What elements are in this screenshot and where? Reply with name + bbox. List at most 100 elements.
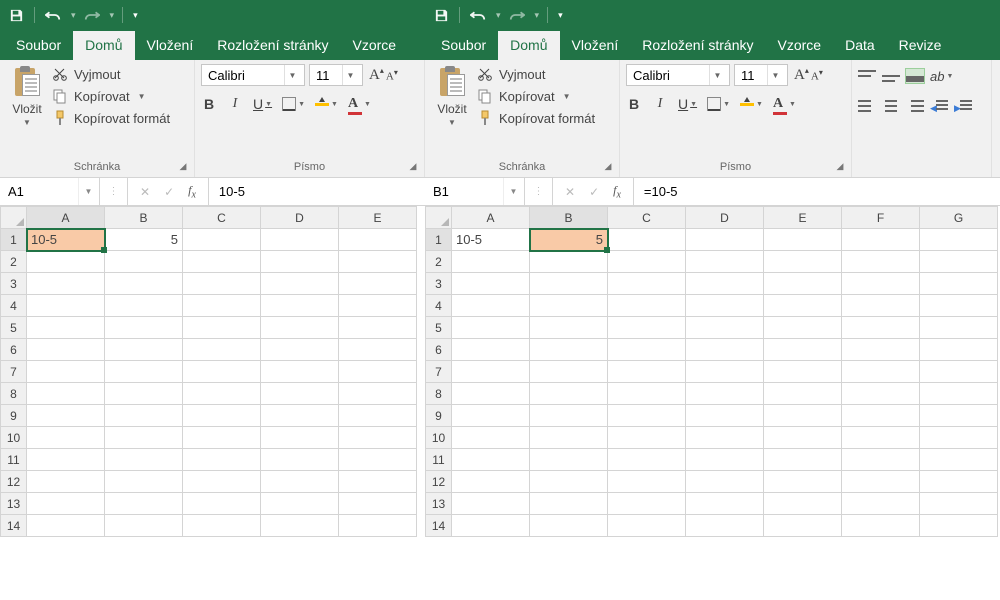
cell[interactable]	[261, 251, 339, 273]
cell[interactable]	[608, 515, 686, 537]
cell[interactable]	[105, 317, 183, 339]
cell[interactable]	[183, 339, 261, 361]
cell[interactable]	[530, 405, 608, 427]
dropdown-caret[interactable]: ▼	[767, 65, 783, 85]
cell[interactable]: 10-5	[452, 229, 530, 251]
cell[interactable]	[530, 515, 608, 537]
cell[interactable]	[339, 273, 417, 295]
cell[interactable]	[339, 471, 417, 493]
cell[interactable]	[452, 295, 530, 317]
font-color-button[interactable]: A▼	[348, 94, 371, 114]
cell[interactable]	[842, 251, 920, 273]
cut-button[interactable]: Vyjmout	[52, 66, 170, 82]
dropdown-caret[interactable]: ▼	[709, 65, 725, 85]
italic-button[interactable]: I	[652, 94, 668, 114]
cell[interactable]	[686, 295, 764, 317]
cell[interactable]	[842, 295, 920, 317]
name-box[interactable]: ▼	[425, 178, 525, 205]
cell[interactable]	[27, 361, 105, 383]
format-painter-button[interactable]: Kopírovat formát	[52, 110, 170, 126]
cell[interactable]	[183, 273, 261, 295]
font-name-input[interactable]	[202, 65, 284, 85]
cell[interactable]	[530, 471, 608, 493]
select-all-corner[interactable]	[426, 207, 452, 229]
borders-button[interactable]: ▼	[282, 94, 305, 114]
cell[interactable]	[339, 295, 417, 317]
cell[interactable]	[764, 427, 842, 449]
column-header[interactable]: C	[183, 207, 261, 229]
cell[interactable]	[686, 427, 764, 449]
cell[interactable]	[764, 317, 842, 339]
copy-button[interactable]: Kopírovat ▼	[52, 88, 170, 104]
cell[interactable]	[105, 339, 183, 361]
tab-home[interactable]: Domů	[73, 31, 134, 60]
paste-button[interactable]: Vložit ▼	[431, 64, 473, 127]
cell[interactable]	[686, 251, 764, 273]
cell[interactable]	[920, 361, 998, 383]
cell[interactable]	[339, 383, 417, 405]
cell[interactable]	[608, 427, 686, 449]
tab-file[interactable]: Soubor	[429, 31, 498, 60]
customize-caret[interactable]: ▾	[558, 10, 563, 21]
row-header[interactable]: 10	[1, 427, 27, 449]
clipboard-launcher-icon[interactable]: ◢	[601, 159, 615, 173]
cell[interactable]	[764, 273, 842, 295]
fill-color-button[interactable]: ▼	[315, 94, 338, 114]
tab-formulas[interactable]: Vzorce	[766, 31, 834, 60]
cell[interactable]	[764, 405, 842, 427]
cell[interactable]	[105, 361, 183, 383]
cell[interactable]	[842, 317, 920, 339]
dropdown-caret[interactable]: ▼	[284, 65, 300, 85]
font-size-input[interactable]	[310, 65, 342, 85]
cell[interactable]	[452, 339, 530, 361]
cell[interactable]	[686, 273, 764, 295]
dropdown-caret[interactable]: ▼	[563, 92, 571, 101]
row-header[interactable]: 3	[1, 273, 27, 295]
row-header[interactable]: 13	[426, 493, 452, 515]
cell[interactable]	[339, 361, 417, 383]
cell[interactable]	[27, 449, 105, 471]
cell[interactable]	[530, 383, 608, 405]
cell[interactable]	[105, 449, 183, 471]
column-header[interactable]: B	[530, 207, 608, 229]
cell[interactable]	[920, 317, 998, 339]
tab-data[interactable]: Data	[833, 31, 887, 60]
cell[interactable]	[920, 471, 998, 493]
cell[interactable]	[452, 317, 530, 339]
underline-button[interactable]: U▼	[253, 94, 272, 114]
column-header[interactable]: B	[105, 207, 183, 229]
font-size-input[interactable]	[735, 65, 767, 85]
cell[interactable]	[452, 273, 530, 295]
tab-file[interactable]: Soubor	[4, 31, 73, 60]
formula-input[interactable]	[208, 178, 425, 205]
cell[interactable]	[608, 405, 686, 427]
redo-icon[interactable]	[509, 7, 525, 23]
cell[interactable]	[686, 515, 764, 537]
cell[interactable]	[339, 339, 417, 361]
cell[interactable]	[105, 273, 183, 295]
row-header[interactable]: 8	[426, 383, 452, 405]
cell[interactable]	[608, 317, 686, 339]
name-box-input[interactable]	[425, 184, 503, 199]
font-name-input[interactable]	[627, 65, 709, 85]
row-header[interactable]: 11	[1, 449, 27, 471]
cell[interactable]	[27, 493, 105, 515]
cell[interactable]	[27, 295, 105, 317]
tab-formulas[interactable]: Vzorce	[341, 31, 409, 60]
cell[interactable]	[686, 339, 764, 361]
formula-bar-resize[interactable]	[525, 178, 553, 205]
row-header[interactable]: 3	[426, 273, 452, 295]
cell[interactable]	[105, 383, 183, 405]
save-icon[interactable]	[8, 7, 24, 23]
paste-button[interactable]: Vložit ▼	[6, 64, 48, 127]
cancel-icon[interactable]: ✕	[140, 185, 150, 199]
cell[interactable]	[920, 449, 998, 471]
column-header[interactable]: E	[764, 207, 842, 229]
cell[interactable]	[764, 449, 842, 471]
column-header[interactable]: E	[339, 207, 417, 229]
italic-button[interactable]: I	[227, 94, 243, 114]
dropdown-caret[interactable]: ▾	[535, 10, 540, 21]
align-middle-icon[interactable]	[882, 69, 900, 83]
row-header[interactable]: 6	[1, 339, 27, 361]
dropdown-caret[interactable]: ▾	[110, 10, 115, 21]
